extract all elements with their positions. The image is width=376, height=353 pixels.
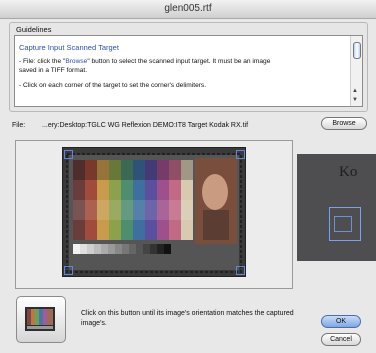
- browse-button[interactable]: Browse: [321, 117, 367, 130]
- file-path: ...ery:Desktop:TGLC WG Reflexion DEMO:IT…: [42, 122, 249, 129]
- guidelines-scrollbar[interactable]: ▲ ▼: [350, 36, 362, 106]
- orientation-thumbnail-icon: [25, 307, 55, 331]
- cancel-button[interactable]: Cancel: [321, 333, 361, 346]
- it8-target-graphic: [63, 148, 245, 276]
- window-title: glen005.rtf: [164, 3, 212, 14]
- scanned-target-image[interactable]: [62, 147, 246, 277]
- title-bar: glen005.rtf: [0, 0, 376, 19]
- ok-button[interactable]: OK: [321, 315, 361, 328]
- scroll-down-arrow-icon[interactable]: ▼: [352, 97, 358, 103]
- guidelines-line-1-post: " button to select the scanned input tar…: [87, 58, 271, 65]
- guidelines-group: Guidelines Capture Input Scanned Target …: [9, 22, 368, 112]
- guidelines-line-1: - File: click the "Browse" button to sel…: [19, 57, 341, 66]
- browse-link-text: Browse: [65, 58, 88, 65]
- scroll-up-arrow-icon[interactable]: ▲: [352, 88, 358, 94]
- guidelines-heading: Capture Input Scanned Target: [19, 43, 119, 52]
- zoom-text: Ko: [339, 164, 358, 180]
- guidelines-label: Guidelines: [16, 25, 52, 34]
- guidelines-line-1-pre: - File: click the ": [19, 58, 66, 65]
- corner-handle-bottom-right[interactable]: [236, 266, 245, 275]
- corner-handle-top-right[interactable]: [236, 150, 245, 159]
- file-label: File:: [12, 122, 26, 129]
- orientation-button[interactable]: [16, 296, 66, 343]
- scrollbar-thumb[interactable]: [353, 42, 361, 59]
- zoom-corner-inner: [334, 216, 352, 232]
- corner-handle-top-left[interactable]: [64, 150, 73, 159]
- corner-handle-bottom-left[interactable]: [64, 266, 73, 275]
- guidelines-line-2: saved in a TIFF format.: [19, 67, 88, 74]
- target-preview[interactable]: [15, 140, 293, 289]
- guidelines-text-area[interactable]: Capture Input Scanned Target - File: cli…: [14, 35, 363, 107]
- orientation-instruction: Click on this button until its image's o…: [81, 310, 294, 327]
- zoom-view: Ko: [297, 154, 376, 261]
- guidelines-line-3: - Click on each corner of the target to …: [19, 82, 207, 89]
